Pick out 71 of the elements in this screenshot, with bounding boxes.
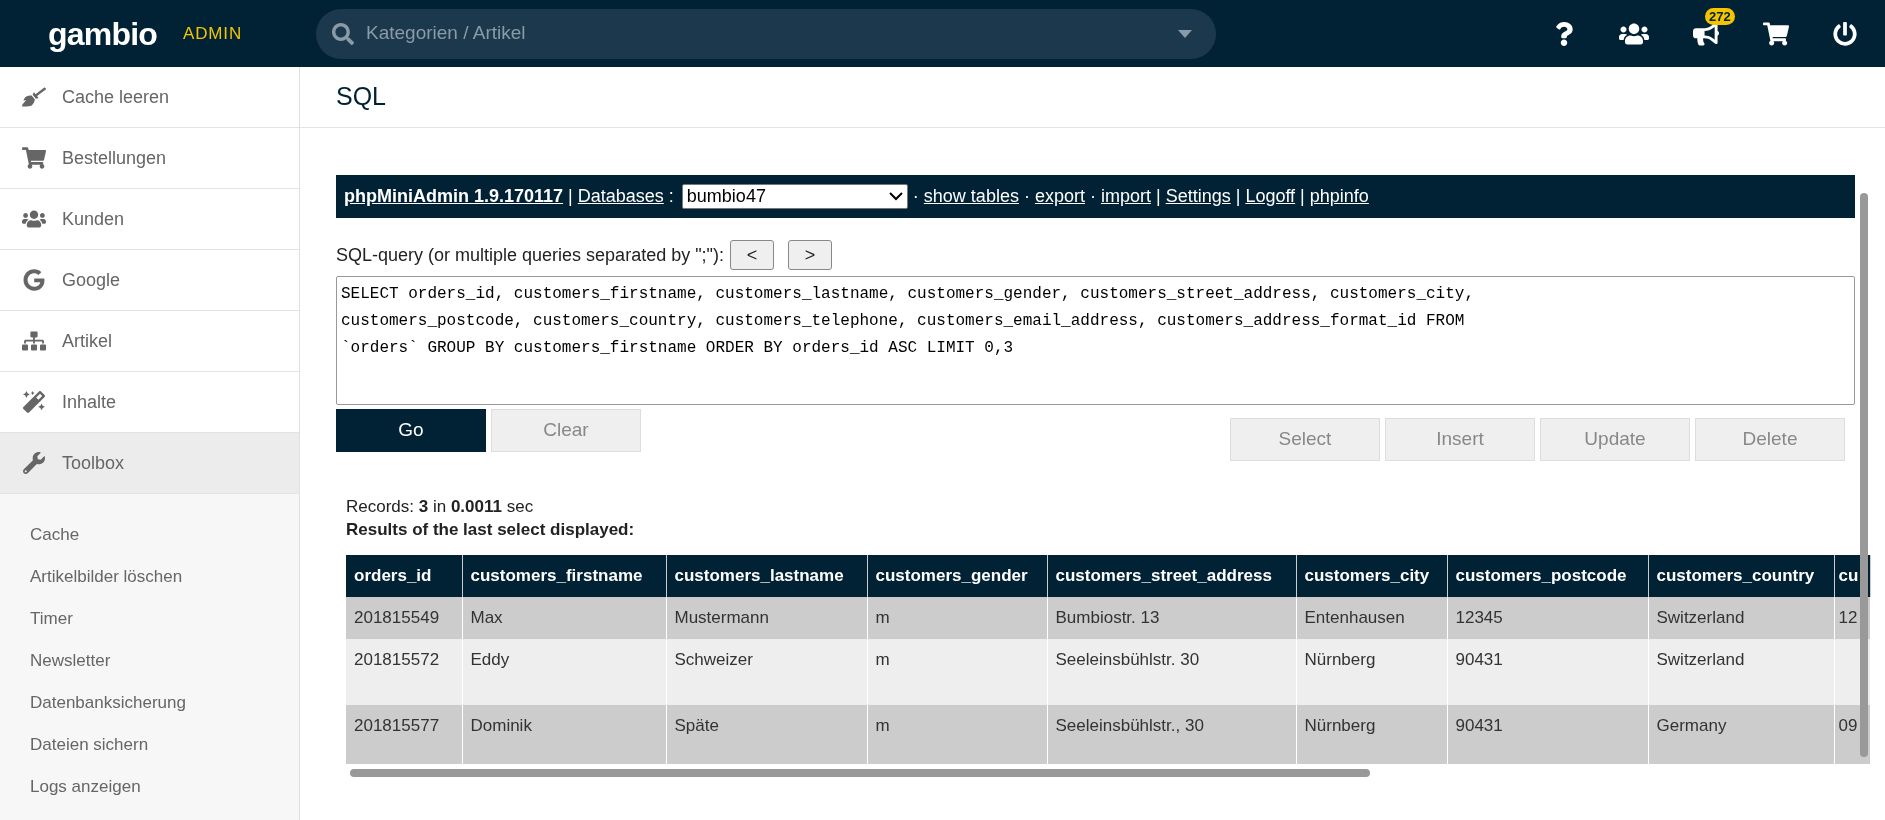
- separator-text: |: [1300, 185, 1305, 208]
- sidebar-subitem[interactable]: Dateien sichern: [0, 724, 299, 766]
- sidebar-subitem[interactable]: Cache: [0, 514, 299, 556]
- database-select[interactable]: bumbio47: [681, 184, 908, 209]
- magic-wand-icon: [22, 391, 46, 413]
- sidebar-item[interactable]: Inhalte: [0, 372, 299, 433]
- page-title: SQL: [336, 81, 387, 113]
- table-cell: Seeleinsbühlstr., 30: [1047, 705, 1296, 764]
- nav-link[interactable]: import: [1100, 183, 1151, 210]
- cart-icon[interactable]: [1763, 21, 1789, 46]
- help-icon[interactable]: [1553, 21, 1575, 46]
- users-icon: [22, 208, 46, 230]
- table-cell: Nürnberg: [1296, 705, 1447, 764]
- sidebar-item[interactable]: Toolbox: [0, 433, 299, 494]
- nav-link[interactable]: Settings: [1165, 183, 1231, 210]
- nav-link[interactable]: export: [1034, 183, 1085, 210]
- next-query-button[interactable]: >: [787, 240, 832, 270]
- chevron-icon: [888, 192, 903, 201]
- separator-text: ·: [1023, 185, 1030, 208]
- search-icon: [332, 22, 354, 45]
- query-builder-button[interactable]: Insert: [1385, 418, 1535, 461]
- nav-link[interactable]: Databases: [577, 183, 664, 210]
- query-builder-button[interactable]: Select: [1230, 418, 1380, 461]
- query-label: SQL-query (or multiple queries separated by ";"):: [336, 243, 724, 267]
- records-summary: Records: 3 in 0.0011 sec: [346, 496, 535, 518]
- sidebar-subitem[interactable]: Timer: [0, 598, 299, 640]
- go-button[interactable]: Go: [336, 409, 486, 452]
- caret-icon: [1178, 29, 1192, 38]
- nav-link[interactable]: show tables: [923, 183, 1019, 210]
- separator-text: :: [668, 185, 674, 208]
- notification-badge: 272: [1705, 7, 1735, 25]
- users-icon[interactable]: [1619, 21, 1649, 46]
- google-g-icon: [22, 269, 46, 291]
- broom-icon: [22, 86, 46, 108]
- nav-link[interactable]: phpinfo: [1309, 183, 1369, 210]
- sidebar-item[interactable]: Google: [0, 250, 299, 311]
- sidebar-item[interactable]: Cache leeren: [0, 67, 299, 128]
- search-input[interactable]: Kategorien / Artikel: [366, 19, 1166, 48]
- separator-text: ·: [1089, 185, 1096, 208]
- cart-icon: [22, 147, 46, 169]
- logo[interactable]: gambio: [48, 9, 157, 58]
- app-link[interactable]: phpMiniAdmin 1.9.170117: [344, 183, 564, 210]
- search-field[interactable]: Kategorien / Artikel: [316, 8, 1216, 59]
- separator-text: |: [568, 185, 573, 208]
- sidebar-subitem[interactable]: Artikelbilder löschen: [0, 556, 299, 598]
- sitemap-icon: [22, 330, 46, 352]
- query-field[interactable]: SELECT orders_id, customers_firstname, customers_lastname, customers_gender, customers_street_address, customers_city, customers_postcode, customers_country, customers_telephone, customers_email_address, customers_address_format_id FROM `orders` GROUP BY customers_firstname ORDER BY orders_id ASC LIMIT 0,3: [336, 276, 1855, 405]
- table-cell: Dominik: [462, 705, 666, 764]
- admin-label: ADMIN: [183, 22, 242, 45]
- nav-link[interactable]: Logoff: [1245, 183, 1296, 210]
- table-cell: Germany: [1648, 705, 1834, 764]
- table-cell: 201815577: [346, 705, 462, 764]
- previous-query-button[interactable]: <: [729, 240, 774, 270]
- separator-text: |: [1235, 185, 1241, 208]
- sidebar-subitem[interactable]: Newsletter: [0, 640, 299, 682]
- power-icon[interactable]: [1833, 21, 1857, 46]
- table-cell: m: [867, 705, 1047, 764]
- query-builder-button[interactable]: Delete: [1695, 418, 1845, 461]
- table-cell: 90431: [1447, 705, 1648, 764]
- separator-text: ·: [912, 185, 919, 208]
- query-builder-button[interactable]: Update: [1540, 418, 1690, 461]
- sidebar-subitem[interactable]: Datenbanksicherung: [0, 682, 299, 724]
- clear-button[interactable]: Clear: [491, 409, 641, 452]
- table-cell: Späte: [666, 705, 867, 764]
- sidebar-item[interactable]: Artikel: [0, 311, 299, 372]
- sidebar-item[interactable]: Bestellungen: [0, 128, 299, 189]
- separator-text: |: [1155, 185, 1161, 208]
- wrench-icon: [22, 452, 46, 474]
- sidebar-item[interactable]: Kunden: [0, 189, 299, 250]
- sidebar-subitem[interactable]: Logs anzeigen: [0, 766, 299, 808]
- results-note: Results of the last select displayed:: [346, 519, 636, 541]
